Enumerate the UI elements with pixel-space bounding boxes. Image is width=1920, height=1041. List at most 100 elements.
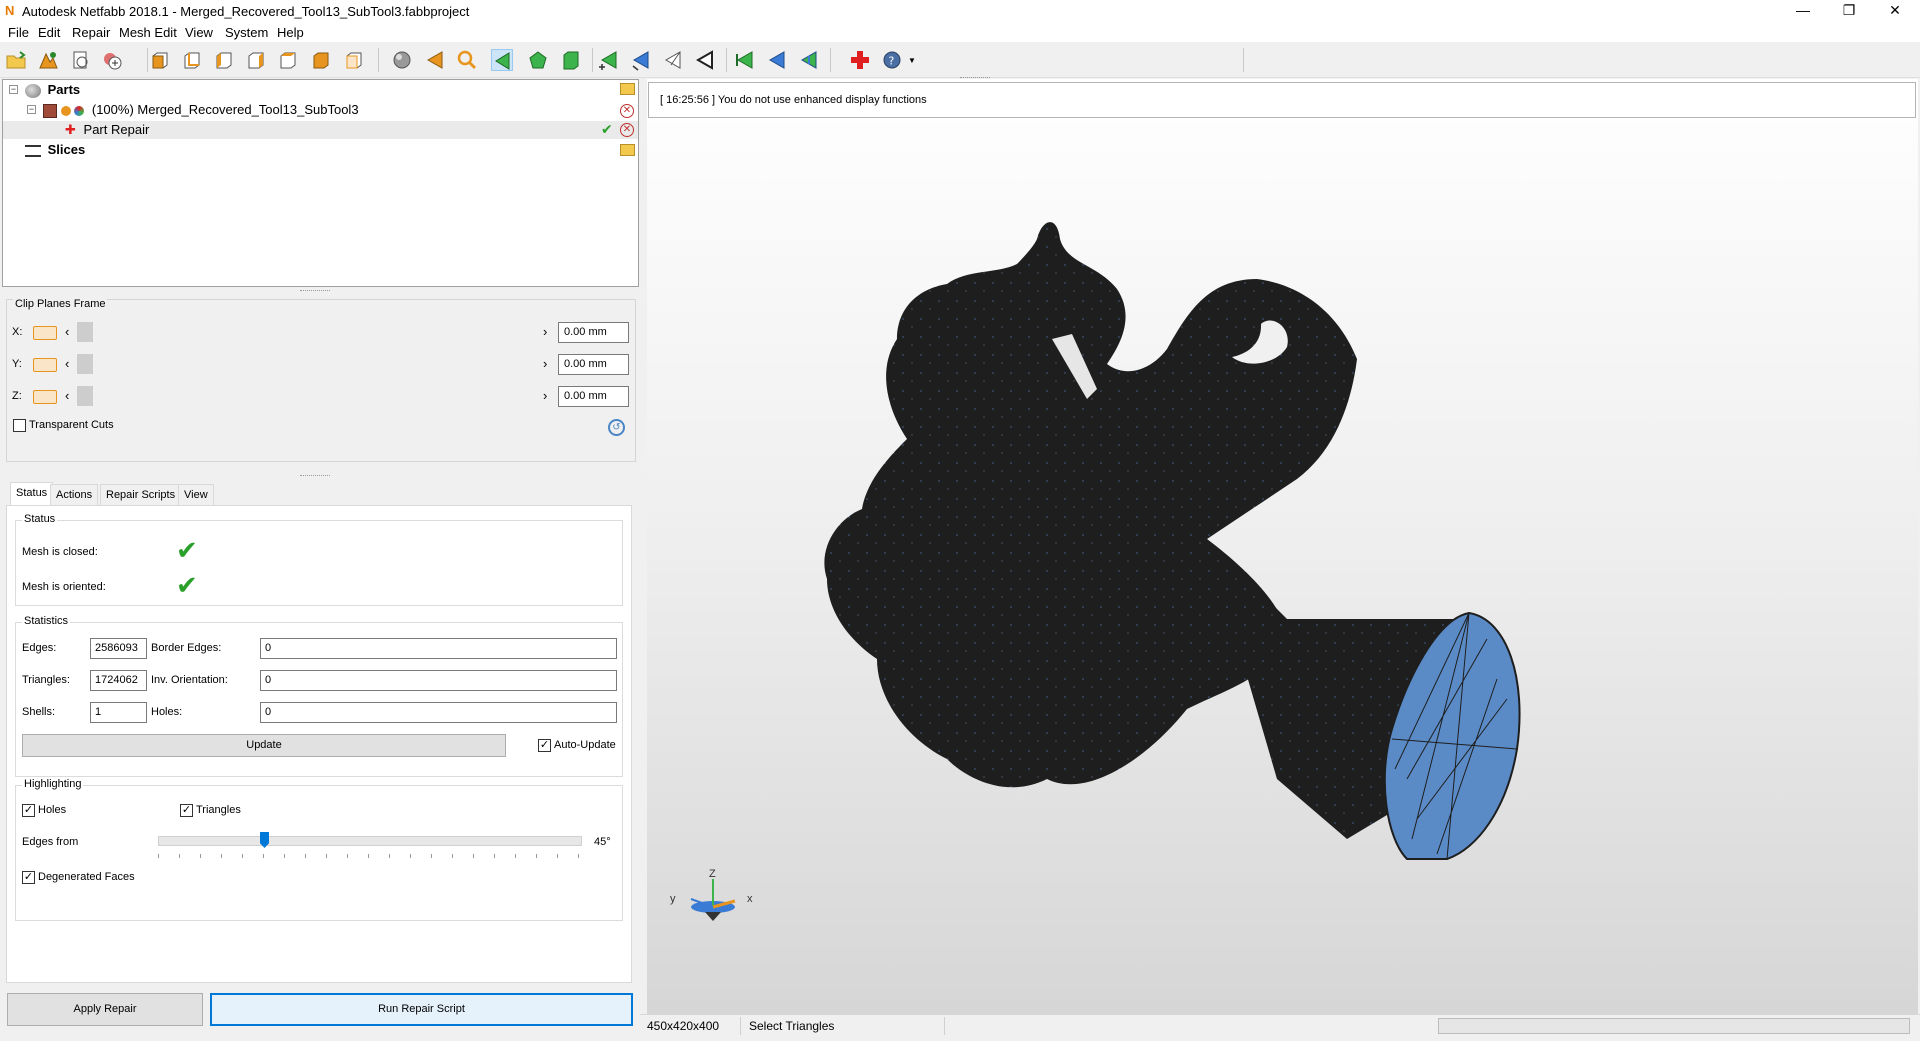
menu-mesh-edit[interactable]: Mesh Edit xyxy=(119,25,177,40)
degenerated-faces-checkbox[interactable]: ✓ xyxy=(22,871,35,884)
triangle-green-blue-icon[interactable] xyxy=(798,49,820,71)
title-bar: N Autodesk Netfabb 2018.1 - Merged_Recov… xyxy=(0,0,1920,22)
tab-actions[interactable]: Actions xyxy=(50,484,99,506)
menu-help[interactable]: Help xyxy=(277,25,304,40)
repair-cross-icon[interactable] xyxy=(849,49,871,71)
add-triangle-icon[interactable] xyxy=(598,49,620,71)
apply-repair-button[interactable]: Apply Repair xyxy=(7,993,203,1026)
part-mesh-icon xyxy=(43,103,57,118)
select-triangles-icon[interactable] xyxy=(491,49,513,71)
toolbar-separator xyxy=(1243,48,1244,72)
open-project-icon[interactable] xyxy=(5,49,27,71)
tab-status[interactable]: Status xyxy=(10,482,54,506)
vertical-splitter[interactable] xyxy=(640,79,647,1014)
clip-y-slider[interactable] xyxy=(77,354,539,374)
new-project-icon[interactable] xyxy=(70,49,92,71)
menu-system[interactable]: System xyxy=(225,25,268,40)
close-button[interactable]: ✕ xyxy=(1872,0,1918,22)
auto-update-checkbox[interactable]: ✓ xyxy=(538,739,551,752)
menu-repair[interactable]: Repair xyxy=(72,25,110,40)
tab-view[interactable]: View xyxy=(178,484,214,506)
slices-folder-icon[interactable] xyxy=(620,144,635,156)
triangle-select-orange-icon[interactable] xyxy=(424,49,446,71)
clip-x-value[interactable]: 0.00 mm xyxy=(558,322,629,343)
split-triangle-icon[interactable] xyxy=(662,49,684,71)
view-back-icon[interactable] xyxy=(181,49,203,71)
tab-repair-scripts[interactable]: Repair Scripts xyxy=(100,484,182,506)
edges-from-slider-track[interactable] xyxy=(158,836,582,846)
chevron-down-icon[interactable]: ▼ xyxy=(908,56,916,65)
panel-splitter[interactable] xyxy=(300,290,330,294)
clip-x-thumb[interactable] xyxy=(77,322,93,342)
clip-y-thumb[interactable] xyxy=(77,354,93,374)
color-icon[interactable] xyxy=(74,105,85,116)
menu-edit[interactable]: Edit xyxy=(38,25,60,40)
chevron-left-icon[interactable]: ‹ xyxy=(65,356,69,371)
3d-viewport[interactable]: Z y x xyxy=(647,79,1918,1014)
clip-toggle-icon[interactable] xyxy=(33,390,57,404)
restore-button[interactable]: ❐ xyxy=(1826,0,1872,22)
select-surface-icon[interactable] xyxy=(527,49,549,71)
clip-toggle-icon[interactable] xyxy=(33,358,57,372)
tree-part-repair-node[interactable]: ✚ Part Repair xyxy=(65,121,149,139)
add-part-icon[interactable] xyxy=(37,49,59,71)
clip-z-label: Z: xyxy=(12,390,22,402)
menu-view[interactable]: View xyxy=(185,25,213,40)
tree-part-node[interactable]: (100%) Merged_Recovered_Tool13_SubTool3 xyxy=(43,101,359,119)
apply-check-icon[interactable]: ✔ xyxy=(601,121,613,138)
clip-x-slider[interactable] xyxy=(77,322,539,342)
parts-folder-icon[interactable] xyxy=(620,83,635,95)
clip-z-thumb[interactable] xyxy=(77,386,93,406)
chevron-right-icon[interactable]: › xyxy=(543,388,547,403)
inv-orientation-value: 0 xyxy=(260,670,617,691)
zoom-icon[interactable] xyxy=(456,49,478,71)
shells-value: 1 xyxy=(90,702,147,723)
menu-file[interactable]: File xyxy=(8,25,29,40)
tree-collapse-icon[interactable]: − xyxy=(9,85,18,94)
toolbar-separator xyxy=(726,48,727,72)
view-right-icon[interactable] xyxy=(245,49,267,71)
clip-z-value[interactable]: 0.00 mm xyxy=(558,386,629,407)
triangle-blue-icon[interactable] xyxy=(766,49,788,71)
panel-splitter[interactable] xyxy=(300,475,330,479)
holes-value: 0 xyxy=(260,702,617,723)
triangles-checkbox[interactable]: ✓ xyxy=(180,804,193,817)
view-left-icon[interactable] xyxy=(213,49,235,71)
close-repair-icon[interactable]: ✕ xyxy=(620,123,634,137)
border-edges-label: Border Edges: xyxy=(151,642,222,654)
tree-collapse-icon[interactable]: − xyxy=(27,105,36,114)
chevron-left-icon[interactable]: ‹ xyxy=(65,324,69,339)
reset-clip-icon[interactable]: ↺ xyxy=(608,419,625,436)
view-iso-icon[interactable] xyxy=(343,49,365,71)
visibility-icon[interactable] xyxy=(60,105,71,116)
remove-triangle-icon[interactable] xyxy=(630,49,652,71)
holes-checkbox[interactable]: ✓ xyxy=(22,804,35,817)
mesh-closed-label: Mesh is closed: xyxy=(22,546,98,558)
clip-z-slider[interactable] xyxy=(77,386,539,406)
view-front-icon[interactable] xyxy=(149,49,171,71)
clip-toggle-icon[interactable] xyxy=(33,326,57,340)
view-top-icon[interactable] xyxy=(277,49,299,71)
help-dropdown-icon[interactable]: ? xyxy=(882,49,904,71)
collapse-edge-icon[interactable] xyxy=(694,49,716,71)
tab-bar: Status Actions Repair Scripts View xyxy=(6,482,634,506)
status-group-title: Status xyxy=(22,513,58,525)
update-button[interactable]: Update xyxy=(22,734,506,757)
remove-part-icon[interactable]: ✕ xyxy=(620,104,634,118)
clip-y-value[interactable]: 0.00 mm xyxy=(558,354,629,375)
minimize-button[interactable]: — xyxy=(1780,0,1826,22)
shaded-sphere-icon[interactable] xyxy=(391,49,413,71)
chevron-left-icon[interactable]: ‹ xyxy=(65,388,69,403)
transparent-cuts-checkbox[interactable] xyxy=(13,419,26,432)
select-shell-icon[interactable] xyxy=(560,49,582,71)
triangle-green-icon[interactable] xyxy=(734,49,756,71)
tree-parts-node[interactable]: Parts xyxy=(25,81,80,99)
chevron-right-icon[interactable]: › xyxy=(543,324,547,339)
log-splitter[interactable] xyxy=(960,77,990,80)
tree-slices-node[interactable]: Slices xyxy=(25,141,85,159)
status-mode: Select Triangles xyxy=(749,1019,835,1033)
chevron-right-icon[interactable]: › xyxy=(543,356,547,371)
view-bottom-icon[interactable] xyxy=(310,49,332,71)
add-object-icon[interactable] xyxy=(101,49,123,71)
run-repair-script-button[interactable]: Run Repair Script xyxy=(210,993,633,1026)
